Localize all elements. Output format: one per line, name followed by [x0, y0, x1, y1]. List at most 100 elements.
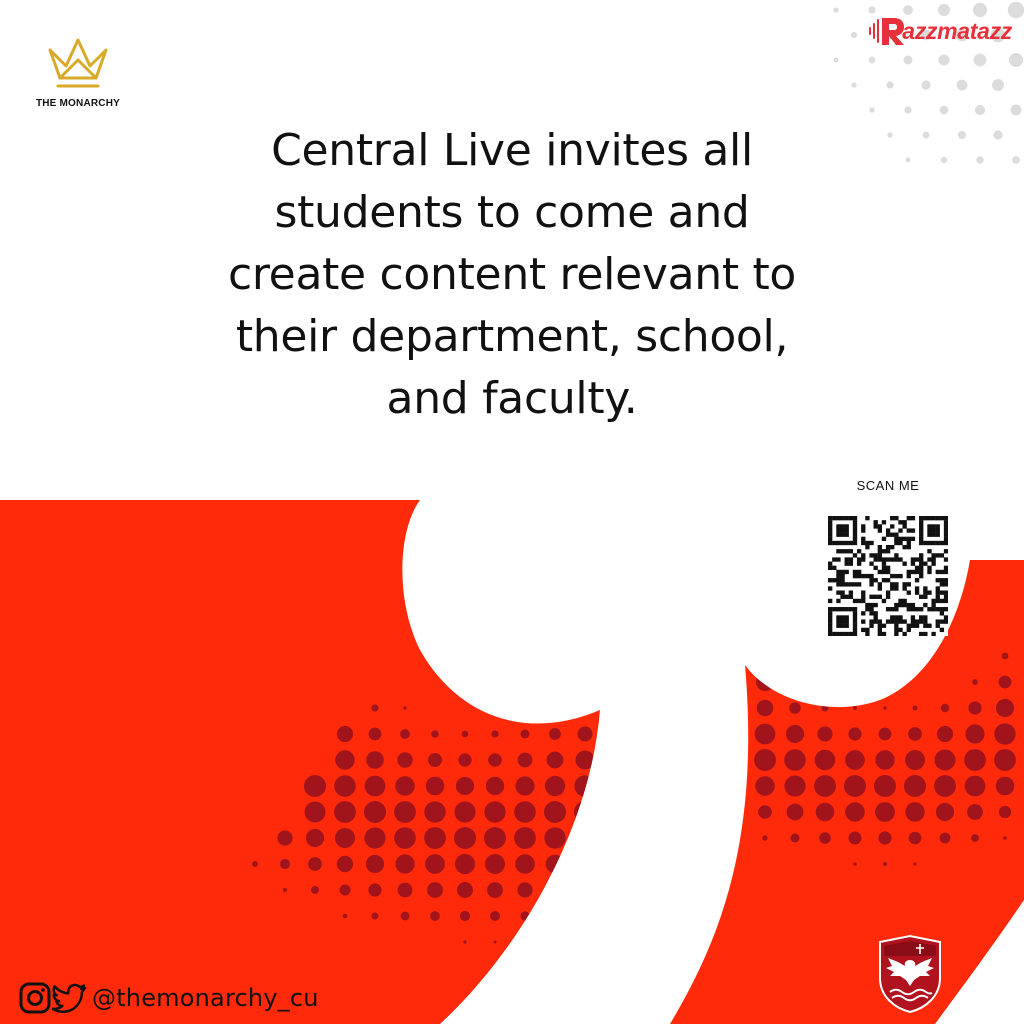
halftone-dot — [940, 703, 950, 713]
halftone-dot — [336, 855, 354, 873]
halftone-dot — [976, 156, 984, 164]
qr-code-icon[interactable] — [828, 516, 948, 636]
qr-module — [939, 553, 945, 558]
halftone-dot — [965, 724, 985, 744]
qr-module — [861, 540, 866, 546]
qr-module — [943, 594, 948, 599]
qr-module — [910, 528, 916, 533]
halftone-dot — [424, 801, 446, 823]
halftone-dot — [517, 752, 533, 768]
qr-module — [894, 557, 899, 562]
qr-module — [828, 619, 833, 624]
halftone-dot — [724, 645, 746, 667]
halftone-dot — [728, 649, 742, 663]
qr-module — [828, 528, 833, 533]
qr-module — [914, 557, 920, 562]
qr-module — [935, 540, 940, 546]
halftone-dot — [604, 775, 626, 797]
halftone-dot — [546, 751, 564, 769]
qr-module — [861, 573, 866, 579]
halftone-dot — [754, 593, 776, 615]
halftone-dot — [905, 157, 911, 163]
qr-module — [873, 594, 878, 599]
halftone-dot — [635, 802, 655, 822]
qr-module — [877, 582, 882, 587]
qr-module — [848, 631, 854, 636]
halftone-dot — [967, 804, 983, 820]
qr-module — [877, 549, 882, 554]
instagram-icon[interactable] — [18, 981, 52, 1015]
qr-module — [877, 623, 882, 628]
qr-module — [894, 586, 899, 591]
halftone-dot — [364, 775, 386, 797]
qr-module — [869, 540, 874, 546]
halftone-dot — [668, 831, 682, 845]
qr-module — [828, 631, 833, 636]
qr-module — [852, 611, 858, 616]
halftone-dot — [935, 802, 955, 822]
halftone-dot — [520, 911, 530, 921]
halftone-dot — [886, 81, 894, 89]
halftone-dot — [724, 723, 746, 745]
qr-module — [910, 561, 916, 566]
halftone-dot — [853, 862, 857, 866]
halftone-dot — [549, 728, 561, 740]
qr-module — [943, 582, 948, 587]
razzmatazz-logo: R azzmatazz — [868, 14, 1012, 48]
qr-module — [935, 524, 940, 529]
qr-module — [906, 569, 911, 575]
halftone-dot — [611, 652, 619, 660]
qr-module — [943, 557, 948, 562]
qr-module — [852, 536, 858, 542]
halftone-dot — [604, 749, 626, 771]
halftone-dot — [551, 912, 559, 920]
qr-module — [865, 631, 870, 636]
qr-module — [910, 623, 916, 628]
qr-module — [894, 540, 899, 546]
halftone-dot — [667, 518, 683, 534]
qr-module — [939, 619, 945, 624]
qr-module — [881, 631, 887, 636]
qr-module — [844, 582, 849, 587]
qr-module — [836, 516, 841, 521]
halftone-dot — [667, 570, 683, 586]
halftone-dot — [609, 676, 621, 688]
halftone-dot — [994, 749, 1016, 771]
qr-module — [902, 598, 907, 604]
halftone-dot — [754, 500, 776, 511]
qr-module — [927, 569, 932, 575]
qr-module — [890, 557, 895, 562]
qr-module — [939, 516, 945, 521]
qr-module — [935, 598, 940, 604]
halftone-dot — [695, 516, 715, 536]
qr-module — [836, 528, 841, 533]
twitter-icon[interactable] — [52, 981, 88, 1015]
halftone-dot — [279, 858, 291, 870]
qr-module — [852, 528, 858, 533]
social-handle-text[interactable]: @themonarchy_cu — [92, 984, 319, 1012]
scan-me-label: SCAN ME — [856, 478, 920, 493]
qr-module — [840, 623, 845, 628]
qr-module — [840, 631, 845, 636]
qr-module — [898, 540, 903, 546]
halftone-dot — [425, 776, 445, 796]
halftone-dot — [787, 648, 803, 664]
halftone-dot — [754, 749, 776, 771]
qr-module — [943, 619, 948, 624]
qr-module — [877, 619, 882, 624]
halftone-dot — [833, 57, 839, 63]
halftone-dot — [454, 853, 476, 875]
halftone-dot — [1003, 836, 1007, 840]
halftone-dot — [727, 752, 743, 768]
qr-module — [877, 528, 882, 533]
qr-module — [923, 590, 928, 595]
halftone-dot — [724, 697, 746, 719]
halftone-dot — [905, 750, 925, 770]
qr-module — [927, 528, 932, 533]
qr-module — [902, 586, 907, 591]
halftone-dot — [431, 730, 439, 738]
halftone-dot — [544, 801, 566, 823]
qr-module — [927, 549, 932, 554]
qr-module — [828, 611, 833, 616]
halftone-dot — [424, 827, 446, 849]
